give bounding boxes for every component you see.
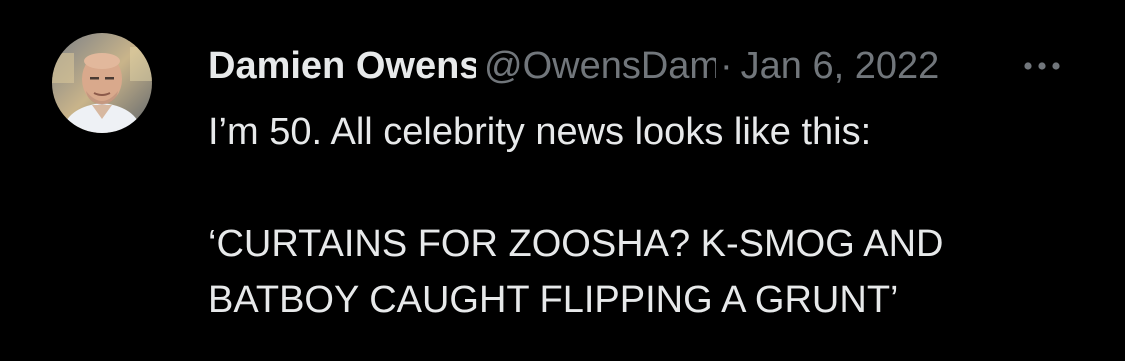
separator-dot: · [720,45,733,87]
display-name-container[interactable]: Damien Owens [208,42,476,90]
tweet-date[interactable]: Jan 6, 2022 [741,42,940,90]
tweet-header: Damien Owens @OwensDamien ·Jan 6, 2022 [208,42,1078,90]
display-name[interactable]: Damien Owens [208,45,476,87]
handle[interactable]: @OwensDamien [484,45,716,87]
tweet-text-line: ‘CURTAINS FOR ZOOSHA? K-SMOG AND [208,223,944,265]
tweet[interactable]: Damien Owens @OwensDamien ·Jan 6, 2022 I… [0,0,1125,361]
avatar[interactable] [52,33,152,133]
paragraph-break [208,160,1088,216]
handle-container[interactable]: @OwensDamien [484,42,716,90]
profile-photo-icon [52,33,152,133]
ellipsis-icon [1024,62,1060,70]
tweet-text-line: BATBOY CAUGHT FLIPPING A GRUNT’ [208,279,899,321]
more-options-button[interactable] [1012,45,1072,85]
tweet-text: I’m 50. All celebrity news looks like th… [208,104,1088,328]
tweet-text-line: I’m 50. All celebrity news looks like th… [208,111,872,153]
